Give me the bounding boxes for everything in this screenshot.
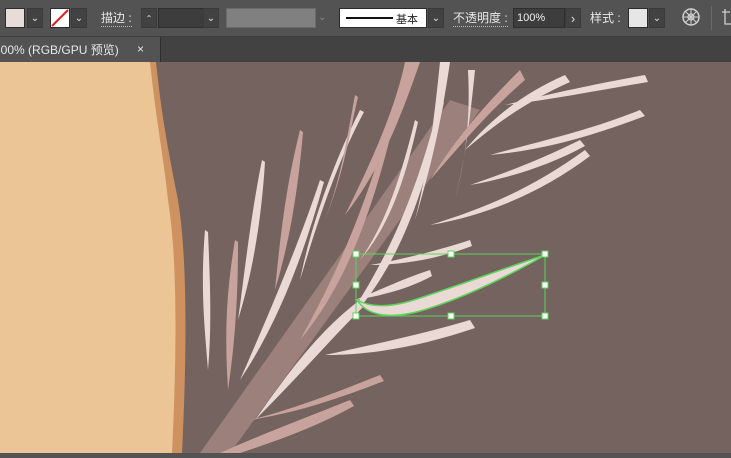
document-tab-title: 600% (RGB/GPU 预览) xyxy=(0,43,119,57)
profile-dropdown-chevron-icon[interactable]: ⌄ xyxy=(318,12,326,23)
stroke-none-icon xyxy=(51,9,69,27)
bounding-box-handle xyxy=(352,312,360,320)
bounding-box-handle xyxy=(352,250,360,258)
skin-shape xyxy=(0,62,176,453)
style-label: 样式 : xyxy=(590,11,621,25)
opacity-input[interactable]: 100% xyxy=(513,8,565,28)
bounding-box-handle xyxy=(541,250,549,258)
graphic-style-swatch[interactable] xyxy=(628,8,648,28)
style-dropdown-chevron-icon[interactable]: ⌄ xyxy=(649,8,665,28)
variable-width-profile[interactable] xyxy=(226,8,316,28)
fill-dropdown-chevron-icon[interactable]: ⌄ xyxy=(27,8,43,28)
brush-definition-field[interactable]: 基本 xyxy=(339,8,427,28)
fill-color-swatch[interactable] xyxy=(5,8,25,28)
stroke-none-swatch[interactable] xyxy=(50,8,70,28)
artwork xyxy=(0,62,731,453)
control-toolbar: ⌄ ⌄ 描边 : ⌃ ⌄ ⌄ 基本 ⌄ 不透明度 : 100% › 样式 : ⌄ xyxy=(0,0,731,37)
brush-dropdown-chevron-icon[interactable]: ⌄ xyxy=(428,8,444,28)
document-tab[interactable]: 600% (RGB/GPU 预览) × xyxy=(0,37,161,62)
bounding-box-handle xyxy=(447,250,455,258)
opacity-label: 不透明度 : xyxy=(453,11,508,27)
stroke-weight-stepper-icon[interactable]: ⌃ xyxy=(141,8,157,28)
artboard-canvas[interactable] xyxy=(0,62,731,453)
recolor-artwork-icon[interactable] xyxy=(681,7,701,32)
stroke-label: 描边 : xyxy=(101,11,132,27)
stroke-weight-dropdown-chevron-icon[interactable]: ⌄ xyxy=(203,8,219,28)
toolbar-divider xyxy=(711,6,712,30)
bounding-box-handle xyxy=(352,281,360,289)
bounding-box-handle xyxy=(447,312,455,320)
stroke-dropdown-chevron-icon[interactable]: ⌄ xyxy=(71,8,87,28)
artboard-tool-icon[interactable] xyxy=(722,9,731,32)
bounding-box-handle xyxy=(541,312,549,320)
document-tab-bar: 600% (RGB/GPU 预览) × xyxy=(0,37,731,62)
bounding-box-handle xyxy=(541,281,549,289)
brush-label: 基本 xyxy=(396,14,418,26)
stroke-weight-input[interactable] xyxy=(158,8,204,28)
close-tab-icon[interactable]: × xyxy=(137,42,144,56)
opacity-slider-chevron-icon[interactable]: › xyxy=(565,8,581,28)
brush-stroke-preview xyxy=(346,17,393,19)
